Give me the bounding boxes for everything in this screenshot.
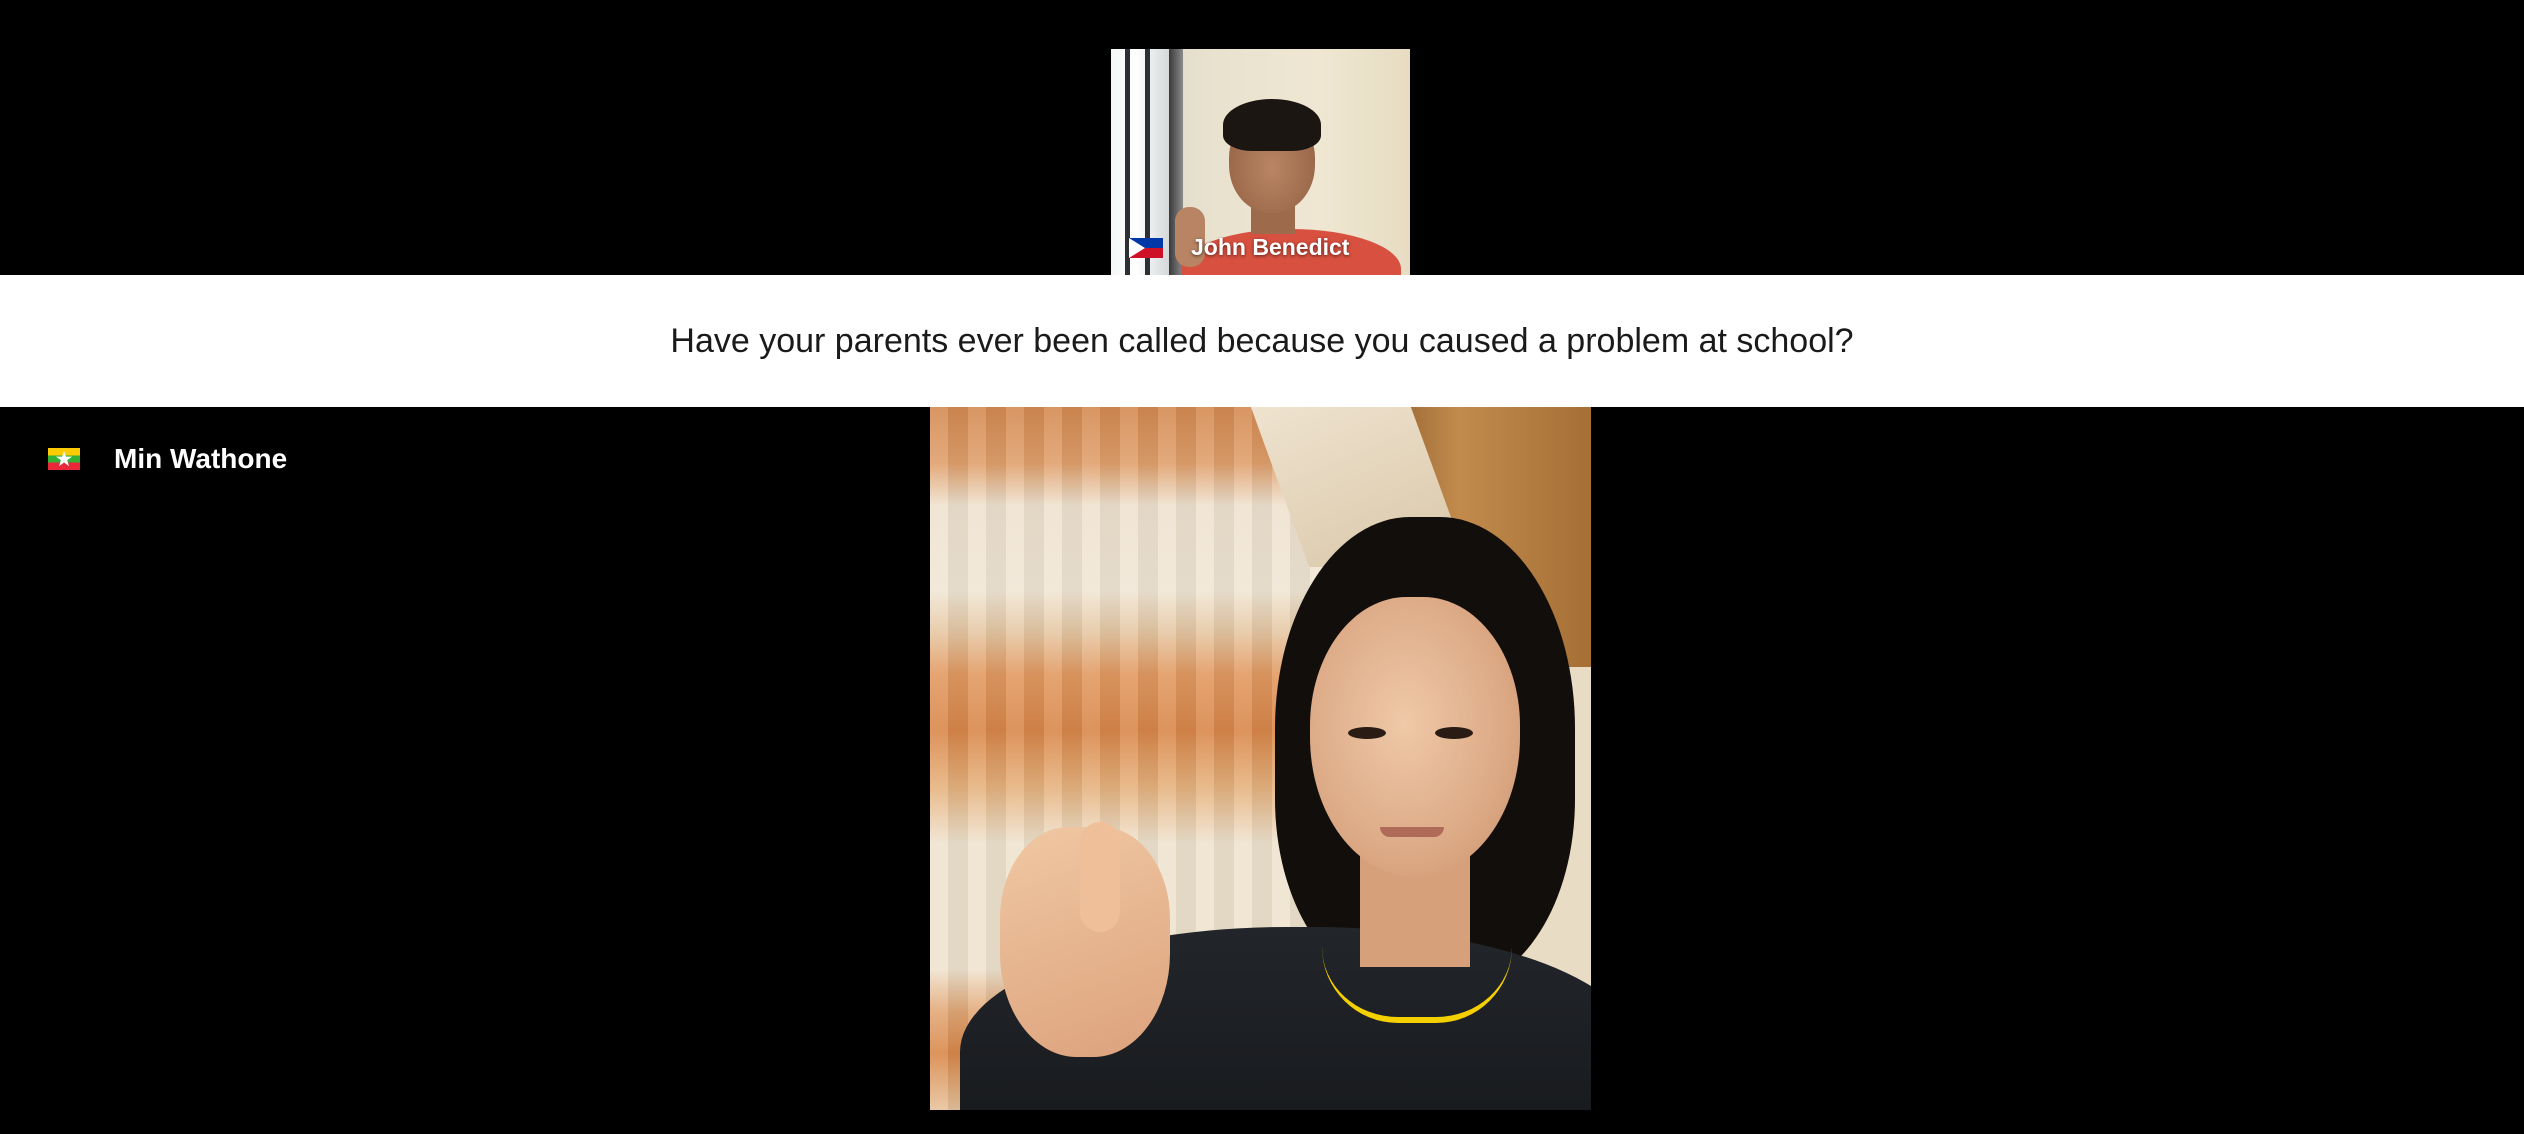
conversation-prompt-banner: Have your parents ever been called becau… [0,275,2524,407]
remote-participant-video[interactable]: John Benedict [1111,49,1410,275]
local-participant-label: Min Wathone [48,443,287,475]
myanmar-flag-icon [48,445,80,473]
local-participant-video[interactable] [930,407,1591,1110]
conversation-prompt-text: Have your parents ever been called becau… [670,321,1854,360]
remote-participant-name: John Benedict [1191,234,1350,260]
local-participant-name: Min Wathone [114,443,288,474]
video-call-stage: John Benedict Have your parents ever bee… [0,0,2524,1134]
remote-participant-label: John Benedict [1129,234,1349,261]
philippines-flag-icon [1129,237,1163,258]
